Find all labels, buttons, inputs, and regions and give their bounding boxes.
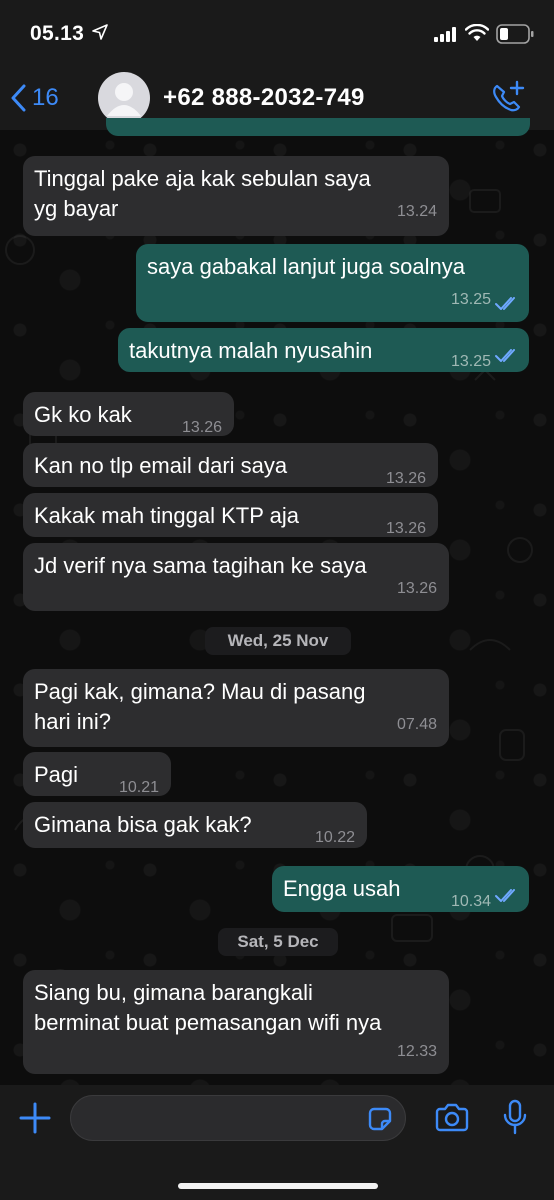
contact-name[interactable]: +62 888-2032-749 xyxy=(163,84,365,112)
camera-icon[interactable] xyxy=(434,1103,470,1133)
back-button[interactable]: 16 xyxy=(10,80,59,116)
previous-message-sliver xyxy=(106,118,530,136)
message-text: Jd verif nya sama tagihan ke saya xyxy=(34,553,367,578)
message-text: takutnya malah nyusahin xyxy=(129,338,373,363)
message-time: 10.22 xyxy=(314,829,355,846)
home-indicator[interactable] xyxy=(178,1183,378,1189)
message-time: 13.24 xyxy=(396,203,437,220)
message-bubble[interactable]: saya gabakal lanjut juga soalnya 13.25 xyxy=(136,244,529,322)
status-time: 05.13 xyxy=(30,22,85,45)
message-bubble[interactable]: Tinggal pake aja kak sebulan saya yg bay… xyxy=(23,156,449,236)
signal-icon xyxy=(434,27,456,42)
avatar-placeholder-icon xyxy=(107,83,141,116)
message-bubble[interactable]: Gimana bisa gak kak? 10.22 xyxy=(23,802,367,848)
battery-icon xyxy=(496,24,534,44)
message-bubble[interactable]: takutnya malah nyusahin 13.25 xyxy=(118,328,529,372)
chat-screen: 05.13 16 +62 888-2032-749 Tinggal pake a… xyxy=(0,0,554,1200)
message-bubble[interactable]: Gk ko kak 13.26 xyxy=(23,392,234,436)
message-bubble[interactable]: Kakak mah tinggal KTP aja 13.26 xyxy=(23,493,438,537)
message-time: 13.26 xyxy=(396,580,437,597)
add-call-icon[interactable] xyxy=(490,80,526,114)
date-separator: Wed, 25 Nov xyxy=(205,627,351,655)
message-text: Gimana bisa gak kak? xyxy=(34,812,252,837)
message-time: 13.26 xyxy=(385,470,426,487)
read-ticks-icon xyxy=(495,297,515,310)
microphone-icon[interactable] xyxy=(502,1099,528,1137)
message-bubble[interactable]: Engga usah 10.34 xyxy=(272,866,529,912)
plus-icon[interactable] xyxy=(18,1101,52,1135)
message-text: saya gabakal lanjut juga soalnya xyxy=(147,254,466,279)
message-bubble[interactable]: Pagi 10.21 xyxy=(23,752,171,796)
message-bubble[interactable]: Pagi kak, gimana? Mau di pasang hari ini… xyxy=(23,669,449,747)
message-bubble[interactable]: Jd verif nya sama tagihan ke saya 13.26 xyxy=(23,543,449,611)
message-text: Pagi kak, gimana? Mau di pasang hari ini… xyxy=(34,679,366,734)
read-ticks-icon xyxy=(495,349,515,362)
unread-count: 16 xyxy=(32,84,59,111)
message-time: 10.34 xyxy=(450,893,491,910)
message-time: 07.48 xyxy=(396,716,437,733)
message-time: 13.25 xyxy=(450,353,491,370)
message-time: 13.26 xyxy=(181,419,222,436)
message-text: Pagi xyxy=(34,762,79,787)
back-chevron-icon xyxy=(11,84,26,112)
message-bubble[interactable]: Kan no tlp email dari saya 13.26 xyxy=(23,443,438,487)
message-time: 13.25 xyxy=(450,291,491,308)
message-text: Engga usah xyxy=(283,876,401,901)
message-time: 10.21 xyxy=(118,779,159,796)
message-time: 13.26 xyxy=(385,520,426,537)
location-arrow-icon xyxy=(92,24,108,40)
message-text: Tinggal pake aja kak sebulan saya yg bay… xyxy=(34,166,371,221)
message-text: Siang bu, gimana barangkali berminat bua… xyxy=(34,980,382,1035)
date-separator: Sat, 5 Dec xyxy=(218,928,338,956)
status-bar: 05.13 xyxy=(0,0,554,66)
input-bar xyxy=(0,1085,554,1200)
avatar[interactable] xyxy=(98,72,150,124)
message-text: Kakak mah tinggal KTP aja xyxy=(34,503,299,528)
sticker-icon[interactable] xyxy=(366,1105,394,1133)
read-ticks-icon xyxy=(495,889,515,902)
wifi-icon xyxy=(465,24,489,41)
message-time: 12.33 xyxy=(396,1043,437,1060)
message-bubble[interactable]: Siang bu, gimana barangkali berminat bua… xyxy=(23,970,449,1074)
message-text: Gk ko kak xyxy=(34,402,132,427)
message-input[interactable] xyxy=(70,1095,406,1141)
message-text: Kan no tlp email dari saya xyxy=(34,453,288,478)
